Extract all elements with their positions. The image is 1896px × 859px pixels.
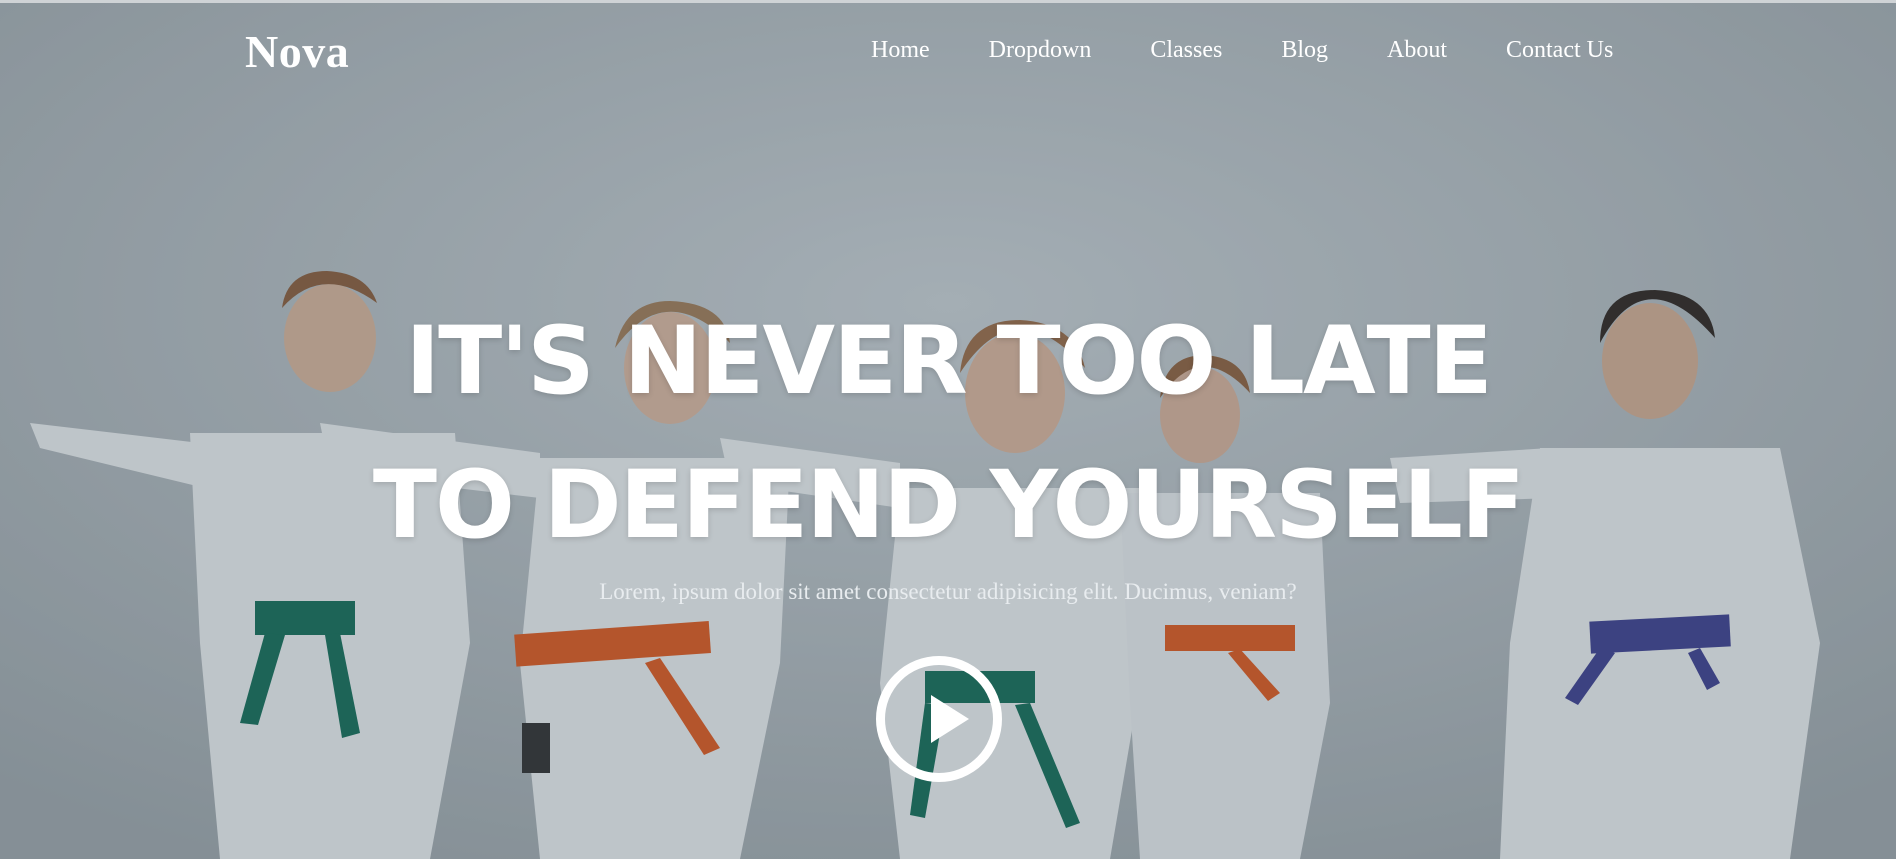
hero-section: Nova Home Dropdown Classes Blog About Co… — [0, 0, 1896, 859]
hero-subtitle: Lorem, ipsum dolor sit amet consectetur … — [599, 579, 1297, 604]
nav-blog[interactable]: Blog — [1281, 37, 1328, 64]
nav-classes[interactable]: Classes — [1150, 37, 1222, 64]
nav-menu: Home Dropdown Classes Blog About Contact… — [871, 37, 1613, 64]
brand-logo[interactable]: Nova — [245, 25, 349, 78]
nav-contact-us[interactable]: Contact Us — [1506, 37, 1613, 64]
hero-headline-line2: TO DEFEND YOURSELF — [372, 451, 1525, 560]
play-video-button[interactable] — [876, 656, 1002, 782]
hero-headline-line1: IT'S NEVER TOO LATE — [405, 307, 1493, 416]
nav-home[interactable]: Home — [871, 37, 930, 64]
play-icon — [931, 695, 969, 743]
nav-about[interactable]: About — [1387, 37, 1447, 64]
nav-dropdown[interactable]: Dropdown — [989, 37, 1092, 64]
navbar: Nova Home Dropdown Classes Blog About Co… — [0, 3, 1896, 99]
